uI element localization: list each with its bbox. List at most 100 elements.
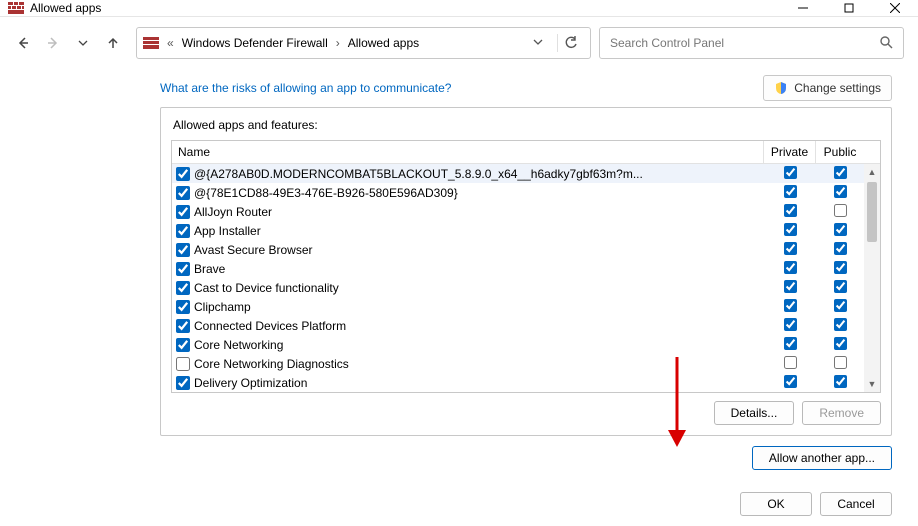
firewall-icon xyxy=(143,35,159,51)
row-public-checkbox[interactable] xyxy=(834,375,847,388)
row-public-checkbox[interactable] xyxy=(834,318,847,331)
table-row[interactable]: AllJoyn Router xyxy=(172,202,864,221)
column-header-name[interactable]: Name xyxy=(172,141,764,163)
row-enable-checkbox[interactable] xyxy=(176,224,190,238)
breadcrumb-item[interactable]: Windows Defender Firewall xyxy=(182,36,328,50)
nav-back-button[interactable] xyxy=(14,34,32,52)
row-app-name: Core Networking Diagnostics xyxy=(194,357,764,371)
maximize-button[interactable] xyxy=(826,0,872,16)
breadcrumb-item[interactable]: Allowed apps xyxy=(348,36,419,50)
row-enable-checkbox[interactable] xyxy=(176,186,190,200)
row-private-checkbox[interactable] xyxy=(784,356,797,369)
row-public-checkbox[interactable] xyxy=(834,242,847,255)
minimize-button[interactable] xyxy=(780,0,826,16)
list-header: Name Private Public xyxy=(172,141,880,164)
table-row[interactable]: Core Networking xyxy=(172,335,864,354)
row-private-checkbox[interactable] xyxy=(784,166,797,179)
row-enable-checkbox[interactable] xyxy=(176,338,190,352)
row-public-checkbox[interactable] xyxy=(834,166,847,179)
scroll-down-button[interactable]: ▼ xyxy=(864,376,880,392)
row-public-checkbox[interactable] xyxy=(834,204,847,217)
table-row[interactable]: App Installer xyxy=(172,221,864,240)
row-app-name: Clipchamp xyxy=(194,300,764,314)
window-controls xyxy=(780,0,918,16)
chevron-right-icon: › xyxy=(334,36,342,50)
nav-forward-button[interactable] xyxy=(44,34,62,52)
row-app-name: Delivery Optimization xyxy=(194,376,764,390)
table-row[interactable]: Delivery Optimization xyxy=(172,373,864,392)
row-private-checkbox[interactable] xyxy=(784,261,797,274)
allowed-apps-groupbox: Allowed apps and features: Name Private … xyxy=(160,107,892,436)
navigation-bar: « Windows Defender Firewall › Allowed ap… xyxy=(0,17,918,65)
row-app-name: Cast to Device functionality xyxy=(194,281,764,295)
row-enable-checkbox[interactable] xyxy=(176,376,190,390)
row-private-checkbox[interactable] xyxy=(784,318,797,331)
address-bar[interactable]: « Windows Defender Firewall › Allowed ap… xyxy=(136,27,591,59)
scroll-thumb[interactable] xyxy=(867,182,877,242)
table-row[interactable]: Connected Devices Platform xyxy=(172,316,864,335)
table-row[interactable]: @{A278AB0D.MODERNCOMBAT5BLACKOUT_5.8.9.0… xyxy=(172,164,864,183)
change-settings-label: Change settings xyxy=(794,81,881,95)
table-row[interactable]: Brave xyxy=(172,259,864,278)
row-app-name: Core Networking xyxy=(194,338,764,352)
row-private-checkbox[interactable] xyxy=(784,204,797,217)
row-public-checkbox[interactable] xyxy=(834,261,847,274)
change-settings-button[interactable]: Change settings xyxy=(763,75,892,101)
risk-link[interactable]: What are the risks of allowing an app to… xyxy=(160,81,451,95)
ok-button[interactable]: OK xyxy=(740,492,812,516)
apps-list: Name Private Public @{A278AB0D.MODERNCOM… xyxy=(171,140,881,393)
row-enable-checkbox[interactable] xyxy=(176,319,190,333)
scroll-up-button[interactable]: ▲ xyxy=(864,164,880,180)
row-enable-checkbox[interactable] xyxy=(176,300,190,314)
row-public-checkbox[interactable] xyxy=(834,223,847,236)
row-enable-checkbox[interactable] xyxy=(176,167,190,181)
close-button[interactable] xyxy=(872,0,918,16)
remove-button[interactable]: Remove xyxy=(802,401,881,425)
refresh-button[interactable] xyxy=(557,34,584,52)
scrollbar[interactable]: ▲ ▼ xyxy=(864,164,880,392)
row-public-checkbox[interactable] xyxy=(834,280,847,293)
row-enable-checkbox[interactable] xyxy=(176,357,190,371)
row-public-checkbox[interactable] xyxy=(834,356,847,369)
address-dropdown-button[interactable] xyxy=(529,36,547,50)
table-row[interactable]: Cast to Device functionality xyxy=(172,278,864,297)
groupbox-title: Allowed apps and features: xyxy=(171,116,881,134)
row-private-checkbox[interactable] xyxy=(784,242,797,255)
shield-icon xyxy=(774,81,788,95)
nav-up-button[interactable] xyxy=(104,34,122,52)
search-input[interactable] xyxy=(610,36,879,50)
row-enable-checkbox[interactable] xyxy=(176,262,190,276)
row-enable-checkbox[interactable] xyxy=(176,243,190,257)
row-private-checkbox[interactable] xyxy=(784,299,797,312)
row-private-checkbox[interactable] xyxy=(784,223,797,236)
row-app-name: Connected Devices Platform xyxy=(194,319,764,333)
search-box[interactable] xyxy=(599,27,904,59)
search-icon[interactable] xyxy=(879,35,893,52)
row-private-checkbox[interactable] xyxy=(784,185,797,198)
details-button[interactable]: Details... xyxy=(714,401,795,425)
table-row[interactable]: Avast Secure Browser xyxy=(172,240,864,259)
row-public-checkbox[interactable] xyxy=(834,337,847,350)
row-private-checkbox[interactable] xyxy=(784,280,797,293)
overflow-chevron-icon[interactable]: « xyxy=(165,36,176,50)
cancel-button[interactable]: Cancel xyxy=(820,492,892,516)
row-app-name: App Installer xyxy=(194,224,764,238)
column-header-public[interactable]: Public xyxy=(816,141,864,163)
nav-recent-dropdown[interactable] xyxy=(74,34,92,52)
column-header-private[interactable]: Private xyxy=(764,141,816,163)
table-row[interactable]: @{78E1CD88-49E3-476E-B926-580E596AD309} xyxy=(172,183,864,202)
firewall-icon xyxy=(8,0,24,16)
row-app-name: AllJoyn Router xyxy=(194,205,764,219)
row-private-checkbox[interactable] xyxy=(784,337,797,350)
row-app-name: Avast Secure Browser xyxy=(194,243,764,257)
table-row[interactable]: Core Networking Diagnostics xyxy=(172,354,864,373)
allow-another-app-button[interactable]: Allow another app... xyxy=(752,446,892,470)
row-app-name: Brave xyxy=(194,262,764,276)
row-private-checkbox[interactable] xyxy=(784,375,797,388)
table-row[interactable]: Clipchamp xyxy=(172,297,864,316)
row-public-checkbox[interactable] xyxy=(834,299,847,312)
row-public-checkbox[interactable] xyxy=(834,185,847,198)
row-enable-checkbox[interactable] xyxy=(176,205,190,219)
title-bar: Allowed apps xyxy=(0,0,918,17)
row-enable-checkbox[interactable] xyxy=(176,281,190,295)
